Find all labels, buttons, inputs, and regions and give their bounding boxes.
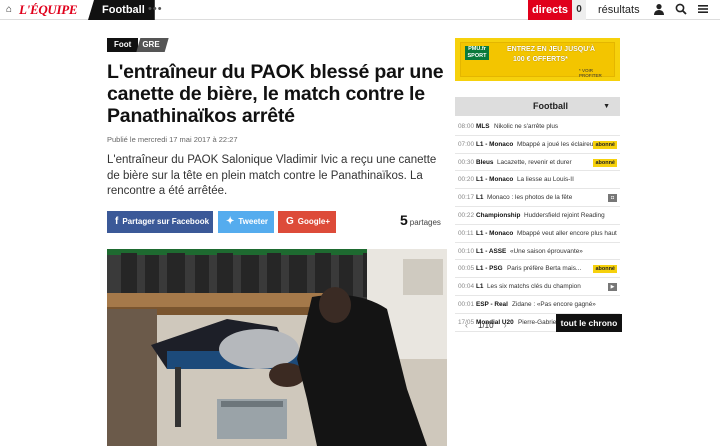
news-category: Bleus: [476, 158, 494, 166]
news-headline: La liesse au Louis-II: [517, 176, 574, 184]
news-headline: Les six matchs clés du champion: [487, 283, 581, 291]
news-category: L1: [476, 283, 484, 291]
news-headline: Paris préfère Berta mais...: [507, 265, 582, 273]
news-time: 00:20: [458, 176, 474, 184]
tab-football[interactable]: Football: [88, 0, 155, 20]
news-item[interactable]: 00:04 L1 Les six matchs clés du champion ▶: [455, 278, 620, 296]
news-time: 07:00: [458, 140, 474, 148]
news-time: 00:01: [458, 300, 474, 308]
twitter-icon: ✦: [226, 216, 235, 227]
ad-line-3: * VOIR PROFITER: [579, 68, 602, 78]
ad-brand-logo: PMU.fr SPORT: [465, 46, 489, 60]
news-item[interactable]: 00:11 L1 - Monaco Mbappé veut aller encore…: [455, 225, 620, 243]
subscriber-badge: abonné: [593, 140, 617, 149]
news-headline: Monaco : les photos de la fête: [487, 194, 573, 202]
news-time: 00:17: [458, 194, 474, 202]
news-category: L1 - ASSE: [476, 247, 507, 255]
news-headline: Huddersfield rejoint Reading: [524, 211, 605, 219]
advertisement-banner[interactable]: PMU.fr SPORT ENTREZ EN JEU JUSQU'À 100 €…: [455, 38, 620, 81]
news-category: L1: [476, 194, 484, 202]
news-item[interactable]: 00:05 L1 - PSG Paris préfère Berta mais...…: [455, 260, 620, 279]
news-item[interactable]: 00:30 Bleus Lacazette, revenir et durer abo…: [455, 154, 620, 172]
ad-inner: PMU.fr SPORT ENTREZ EN JEU JUSQU'À 100 €…: [460, 42, 615, 78]
news-item[interactable]: 00:01 ESP - Real Zidane : «Pas encore gagn…: [455, 296, 620, 314]
share-count-label: partages: [409, 218, 441, 227]
article-tags: Foot GRE: [107, 38, 169, 52]
next-page-icon[interactable]: ›: [504, 320, 507, 330]
news-item[interactable]: 00:22 Championship Huddersfield rejoint Re…: [455, 207, 620, 225]
ad-line-1: ENTREZ EN JEU JUSQU'À: [507, 46, 596, 53]
site-logo[interactable]: ⌂ L'ÉQUIPE: [6, 2, 78, 18]
tag-country[interactable]: GRE: [136, 38, 168, 52]
subscriber-badge: abonné: [593, 265, 617, 274]
live-count-badge: 0: [572, 0, 586, 20]
menu-icon[interactable]: [696, 3, 710, 17]
share-facebook-label: Partager sur Facebook: [122, 217, 210, 226]
live-panel-title: Football: [533, 101, 568, 111]
page-indicator: 1/10: [478, 320, 494, 330]
news-headline: Zidane : «Pas encore gagné»: [512, 300, 596, 308]
news-time: 00:11: [458, 229, 474, 237]
top-navigation-bar: ⌂ L'ÉQUIPE Football ••• directs 0 résult…: [0, 0, 720, 20]
news-item[interactable]: 00:20 L1 - Monaco La liesse au Louis-II: [455, 171, 620, 190]
news-time: 00:04: [458, 283, 474, 291]
search-icon[interactable]: [674, 3, 688, 17]
publish-date: Publié le mercredi 17 mai 2017 à 22:27: [107, 135, 238, 144]
share-google-label: Google+: [297, 217, 331, 226]
news-time: 08:00: [458, 123, 474, 130]
article-title: L'entraîneur du PAOK blessé par une cane…: [107, 61, 444, 127]
more-menu-icon[interactable]: •••: [148, 3, 163, 15]
brand-name: L'ÉQUIPE: [19, 2, 78, 17]
news-category: MLS: [476, 123, 490, 130]
news-time: 00:10: [458, 247, 474, 255]
news-category: L1 - PSG: [476, 265, 503, 273]
share-google-button[interactable]: G Google+: [278, 211, 336, 233]
ad-line-2: 100 € OFFERTS*: [513, 56, 568, 63]
news-headline: Lacazette, revenir et durer: [497, 158, 572, 166]
news-headline: «Une saison éprouvante»: [510, 247, 583, 255]
share-twitter-button[interactable]: ✦ Tweeter: [218, 211, 274, 233]
pagination: ‹ 1/10 ›: [465, 320, 507, 330]
news-item[interactable]: 08:00 MLS Nikolic ne s'arrête plus: [455, 118, 620, 136]
news-category: L1 - Monaco: [476, 229, 514, 237]
google-plus-icon: G: [286, 216, 294, 227]
news-headline: Nikolic ne s'arrête plus: [494, 123, 559, 130]
news-time: 00:30: [458, 158, 474, 166]
facebook-icon: f: [115, 216, 119, 227]
camera-icon: ◘: [608, 194, 617, 203]
share-count-number: 5: [400, 212, 408, 228]
caret-down-icon: ▼: [603, 103, 610, 110]
live-button[interactable]: directs: [528, 0, 572, 20]
prev-page-icon[interactable]: ‹: [465, 320, 468, 330]
news-item[interactable]: 00:10 L1 - ASSE «Une saison éprouvante»: [455, 243, 620, 261]
user-icon[interactable]: [652, 3, 666, 17]
news-item[interactable]: 00:17 L1 Monaco : les photos de la fête ◘: [455, 189, 620, 207]
home-icon: ⌂: [6, 4, 13, 15]
news-headline: Mbappé a joué les éclaireurs: [517, 140, 599, 148]
play-icon: ▶: [608, 283, 617, 292]
share-count: 5 partages: [400, 212, 441, 228]
news-category: ESP - Real: [476, 300, 508, 308]
locker-room-photo: [107, 249, 447, 446]
news-item[interactable]: 07:00 L1 - Monaco Mbappé a joué les éclair…: [455, 136, 620, 154]
news-category: L1 - Monaco: [476, 176, 514, 184]
tag-sport[interactable]: Foot: [107, 38, 139, 52]
all-chrono-button[interactable]: tout le chrono: [556, 314, 622, 332]
article-lead: L'entraîneur du PAOK Salonique Vladimir …: [107, 154, 437, 197]
live-news-list: 08:00 MLS Nikolic ne s'arrête plus 07:00 L1 …: [455, 118, 620, 332]
results-link[interactable]: résultats: [598, 0, 640, 20]
news-time: 00:22: [458, 211, 474, 219]
subscriber-badge: abonné: [593, 158, 617, 167]
news-time: 00:05: [458, 265, 474, 273]
share-twitter-label: Tweeter: [238, 217, 269, 226]
live-panel-selector[interactable]: Football ▼: [455, 97, 620, 116]
share-facebook-button[interactable]: f Partager sur Facebook: [107, 211, 213, 233]
news-headline: Mbappé veut aller encore plus haut: [517, 229, 617, 237]
news-category: L1 - Monaco: [476, 140, 514, 148]
news-category: Championship: [476, 211, 521, 219]
article-photo[interactable]: [107, 249, 447, 446]
